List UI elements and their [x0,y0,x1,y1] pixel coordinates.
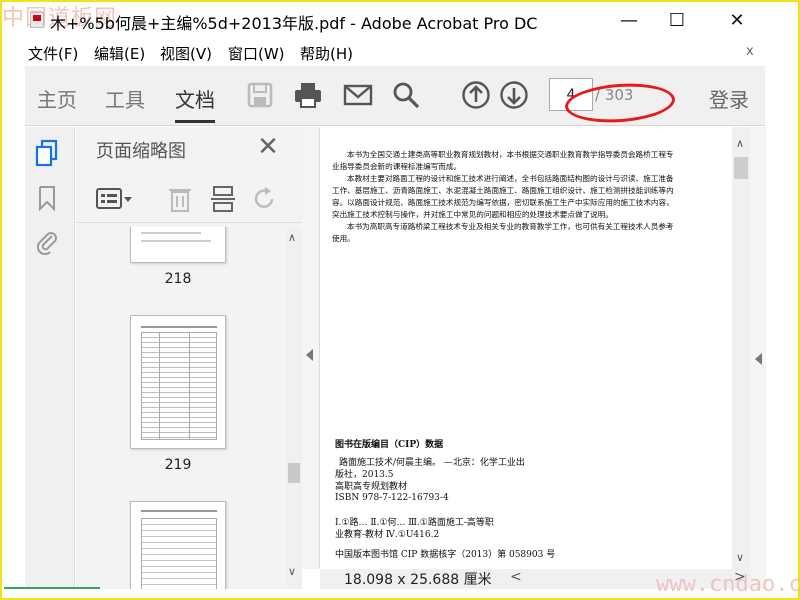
collapse-left-pane-handle[interactable] [302,127,320,569]
left-navigation-rail [25,127,75,589]
scroll-down-arrow-icon[interactable]: ∨ [288,565,296,578]
collapse-right-pane-handle[interactable] [750,127,766,589]
expand-arrow-icon[interactable] [755,353,762,365]
status-accent-line [4,587,100,589]
maximize-button[interactable]: ☐ [654,6,700,34]
page-size-label: 18.098 x 25.688 厘米 [344,572,492,588]
page-paragraph-line: 本教材主要对路面工程的设计和施工技术进行阐述，全书包括路面结构图的设计与识读、施… [347,174,674,183]
page-paragraph-line: 本书为全国交通土建类高等职业教育规划教材，本书根据交通职业教育教学指导委员会路桥… [347,150,674,159]
menu-close-doc-button[interactable]: x [746,44,754,59]
document-view: 本书为全国交通土建类高等职业教育规划教材，本书根据交通职业教育教学指导委员会路桥… [302,127,766,589]
collapse-arrow-icon[interactable] [306,349,313,361]
window-frame: 中国道板网 木+%5b何晨+主编%5d+2013年版.pdf - Adobe A… [0,0,800,600]
tab-document[interactable]: 文档 [175,84,215,113]
document-scroll-thumb[interactable] [734,157,748,179]
page-thumbnails-icon[interactable] [35,139,59,167]
cip-heading: 图书在版编目（CIP）数据 [335,440,444,450]
menu-file[interactable]: 文件(F) [28,43,78,64]
pdf-file-icon [30,12,44,28]
scroll-down-arrow-icon[interactable]: ∨ [736,551,744,564]
panel-scroll-thumb[interactable] [288,463,300,483]
cip-line: 高职高专规划教材 [335,482,408,492]
cip-line: 中国版本图书馆 CIP 数据核字（2013）第 058903 号 [335,550,556,560]
menu-view[interactable]: 视图(V) [160,43,212,64]
watermark-url-bottom: www.cndao.com [656,572,800,597]
scroll-left-arrow-icon[interactable]: < [510,569,522,585]
panel-toolbar [76,177,302,223]
bookmark-icon[interactable] [38,185,56,211]
page-down-icon[interactable] [499,80,529,110]
thumbnail-options-icon[interactable] [96,187,136,211]
tab-tools[interactable]: 工具 [105,84,145,113]
page-paragraph-line: 容。以路面设计规范、路面施工技术规范为编写依据，密切联系施工生产中实际应用的施工… [332,198,674,207]
scroll-up-arrow-icon[interactable]: ∧ [288,231,296,244]
page-paragraph-line: 使用。 [332,234,355,243]
page-up-icon[interactable] [461,80,491,110]
thumbnail-panel: 页面缩略图 ✕ 218 219 ∧ ∨ [76,127,302,589]
page-paragraph-line: 本书为高职高专道路桥梁工程技术专业及相关专业的教育教学工作，也可供有关工程技术人… [347,222,674,231]
panel-close-button[interactable]: ✕ [254,132,282,162]
thumbnail-list: 218 219 [76,227,286,589]
menu-window[interactable]: 窗口(W) [228,43,285,64]
page-paragraph-line: 业指导委员会新的课程标准编写而成。 [332,162,462,171]
cip-line: 业教育-教材 Ⅳ.①U416.2 [335,530,440,540]
panel-scrollbar[interactable]: ∧ ∨ [286,227,302,589]
extract-page-icon[interactable] [210,185,236,213]
title-bar: 中国道板网 木+%5b何晨+主编%5d+2013年版.pdf - Adobe A… [2,2,798,38]
login-button[interactable]: 登录 [709,84,749,113]
delete-page-icon[interactable] [168,185,192,213]
tab-home[interactable]: 主页 [37,84,77,113]
main-toolbar: 主页 工具 文档 4 / 303 登录 [25,66,765,126]
minimize-button[interactable]: — [606,6,652,34]
scroll-up-arrow-icon[interactable]: ∧ [736,137,744,150]
page-paragraph-line: 工作、基层施工、沥青路面施工、水泥混凝土路面施工、路面施工组织设计、施工检测拼技… [332,186,674,195]
menu-help[interactable]: 帮助(H) [300,43,353,64]
search-icon[interactable] [391,80,421,110]
thumbnail-page-label: 218 [164,271,192,287]
attachment-icon[interactable] [35,227,59,255]
thumbnail-page-label: 219 [164,457,192,473]
print-icon[interactable] [293,80,323,110]
panel-title: 页面缩略图 [96,141,186,162]
document-vertical-scrollbar[interactable]: ∧ ∨ [732,127,750,569]
menu-edit[interactable]: 编辑(E) [94,43,145,64]
page-paragraph-line: 突出施工技术控制与操作，并对施工中常见的问题和相应的处理技术要点做了说明。 [332,210,613,219]
menu-bar: 文件(F) 编辑(E) 视图(V) 窗口(W) 帮助(H) x [2,40,798,66]
page-thumbnail[interactable] [130,227,226,263]
save-icon[interactable] [245,80,275,110]
page-thumbnail[interactable] [130,315,226,449]
rotate-page-icon[interactable] [252,186,278,212]
page-thumbnail[interactable] [130,501,226,589]
cip-line: ISBN 978-7-122-16793-4 [335,493,449,503]
window-title: 木+%5b何晨+主编%5d+2013年版.pdf - Adobe Acrobat… [50,14,538,33]
close-button[interactable]: ✕ [714,6,760,34]
email-icon[interactable] [343,80,373,110]
active-tab-indicator [175,120,215,123]
